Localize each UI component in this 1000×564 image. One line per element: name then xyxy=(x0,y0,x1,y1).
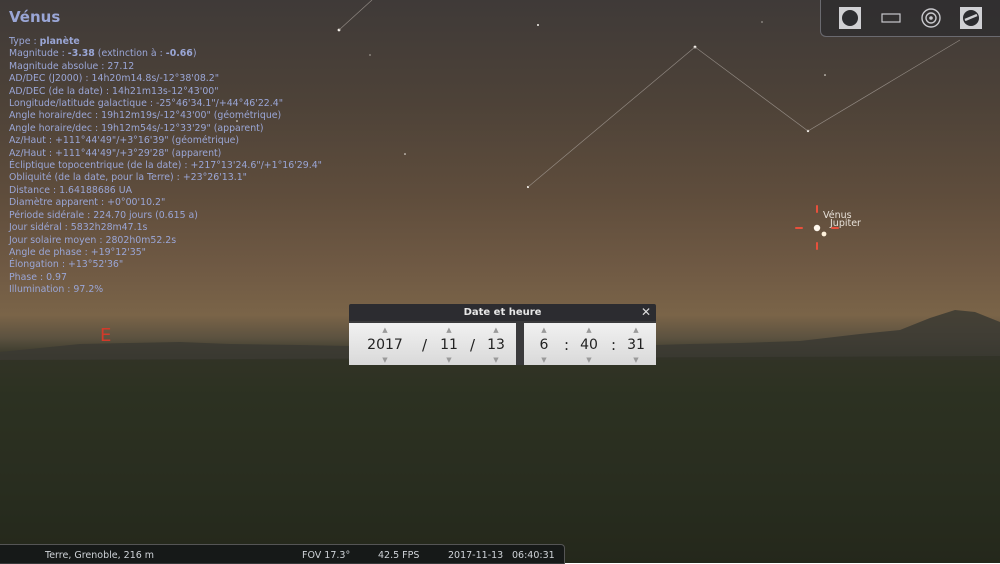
second-up-icon[interactable]: ▲ xyxy=(623,325,649,335)
star xyxy=(369,54,371,56)
info-line: Angle horaire/dec : 19h12m54s/-12°33'29"… xyxy=(9,122,264,134)
planet-view-icon[interactable] xyxy=(839,7,861,29)
object-title: Vénus xyxy=(9,8,61,26)
info-line: Diamètre apparent : +0°00'10.2" xyxy=(9,197,166,209)
info-line: Phase : 0.97 xyxy=(9,271,67,283)
fov-readout: FOV 17.3° xyxy=(302,550,351,561)
info-line: Magnitude absolue : 27.12 xyxy=(9,60,135,72)
month-value[interactable]: 11 xyxy=(434,337,464,353)
dialog-titlebar[interactable]: Date et heure ✕ xyxy=(349,304,656,321)
time-separator: : xyxy=(564,336,570,354)
info-line: Az/Haut : +111°44'49"/+3°16'39" (géométr… xyxy=(9,135,240,147)
month-down-icon[interactable]: ▼ xyxy=(434,355,464,365)
year-value[interactable]: 2017 xyxy=(359,337,411,353)
info-line: Magnitude : -3.38 (extinction à : -0.66) xyxy=(9,48,197,60)
object-info-panel: Type : planète Magnitude : -3.38 (extinct… xyxy=(9,36,322,297)
info-line: Écliptique topocentrique (de la date) : … xyxy=(9,160,322,172)
hour-down-icon[interactable]: ▼ xyxy=(532,355,556,365)
minute-down-icon[interactable]: ▼ xyxy=(576,355,602,365)
hour-value[interactable]: 6 xyxy=(532,337,556,353)
second-value[interactable]: 31 xyxy=(623,337,649,353)
info-line: Distance : 1.64188686 UA xyxy=(9,184,133,196)
top-right-toolbar xyxy=(820,0,1000,37)
star xyxy=(761,21,763,23)
year-down-icon[interactable]: ▼ xyxy=(359,355,411,365)
info-line: Élongation : +13°52'36" xyxy=(9,259,124,271)
second-down-icon[interactable]: ▼ xyxy=(623,355,649,365)
field xyxy=(0,356,1000,563)
minute-spinner[interactable]: ▲ 40 ▼ xyxy=(576,323,602,365)
jupiter-label[interactable]: Jupiter xyxy=(830,218,861,229)
close-icon[interactable]: ✕ xyxy=(640,304,652,321)
date-separator: / xyxy=(470,336,476,354)
date-box: ▲ 2017 ▼ / ▲ 11 ▼ / ▲ 13 ▼ xyxy=(349,323,516,365)
day-spinner[interactable]: ▲ 13 ▼ xyxy=(481,323,511,365)
info-line: Illumination : 97.2% xyxy=(9,284,104,296)
star xyxy=(537,24,539,26)
telescope-icon[interactable] xyxy=(960,7,982,29)
venus-planet xyxy=(813,224,821,232)
info-line: AD/DEC (de la date) : 14h21m13s-12°43'00… xyxy=(9,85,219,97)
second-spinner[interactable]: ▲ 31 ▼ xyxy=(623,323,649,365)
frame-icon[interactable] xyxy=(880,7,902,29)
hour-spinner[interactable]: ▲ 6 ▼ xyxy=(532,323,556,365)
date-time-dialog: Date et heure ✕ ▲ 2017 ▼ / ▲ 11 ▼ / ▲ 13… xyxy=(349,304,656,365)
info-line: Az/Haut : +111°44'49"/+3°29'28" (apparen… xyxy=(9,147,222,159)
month-up-icon[interactable]: ▲ xyxy=(434,325,464,335)
target-icon[interactable] xyxy=(920,7,942,29)
day-up-icon[interactable]: ▲ xyxy=(481,325,511,335)
day-value[interactable]: 13 xyxy=(481,337,511,353)
info-line: AD/DEC (J2000) : 14h20m14.8s/-12°38'08.2… xyxy=(9,73,220,85)
time-separator: : xyxy=(611,336,617,354)
stars xyxy=(236,21,826,189)
cardinal-east: E xyxy=(100,325,112,346)
info-line: Angle horaire/dec : 19h12m19s/-12°43'00"… xyxy=(9,110,282,122)
date-readout[interactable]: 2017-11-13 xyxy=(448,550,503,561)
info-line: Obliquité (de la date, pour la Terre) : … xyxy=(9,172,247,184)
fps-readout: 42.5 FPS xyxy=(378,550,420,561)
minute-up-icon[interactable]: ▲ xyxy=(576,325,602,335)
month-spinner[interactable]: ▲ 11 ▼ xyxy=(434,323,464,365)
info-line: Jour solaire moyen : 2802h0m52.2s xyxy=(9,234,177,246)
time-readout[interactable]: 06:40:31 xyxy=(512,550,555,561)
info-line: Angle de phase : +19°12'35" xyxy=(9,246,146,258)
minute-value[interactable]: 40 xyxy=(576,337,602,353)
jupiter-planet xyxy=(821,231,827,237)
date-separator: / xyxy=(422,336,428,354)
star xyxy=(404,153,406,155)
dialog-body: ▲ 2017 ▼ / ▲ 11 ▼ / ▲ 13 ▼ ▲ 6 ▼ : ▲ 40 … xyxy=(349,321,656,365)
star xyxy=(824,74,826,76)
year-spinner[interactable]: ▲ 2017 ▼ xyxy=(359,323,411,365)
year-up-icon[interactable]: ▲ xyxy=(359,325,411,335)
time-box: ▲ 6 ▼ : ▲ 40 ▼ : ▲ 31 ▼ xyxy=(524,323,656,365)
dialog-title: Date et heure xyxy=(463,307,542,318)
status-bar: Terre, Grenoble, 216 m FOV 17.3° 42.5 FP… xyxy=(0,544,565,564)
info-line: Jour sidéral : 5832h28m47.1s xyxy=(9,222,148,234)
info-line: Type : planète xyxy=(9,36,80,47)
day-down-icon[interactable]: ▼ xyxy=(481,355,511,365)
info-line: Période sidérale : 224.70 jours (0.615 a… xyxy=(9,209,198,221)
location-readout[interactable]: Terre, Grenoble, 216 m xyxy=(45,550,154,561)
info-line: Longitude/latitude galactique : -25°46'3… xyxy=(9,98,284,110)
hour-up-icon[interactable]: ▲ xyxy=(532,325,556,335)
